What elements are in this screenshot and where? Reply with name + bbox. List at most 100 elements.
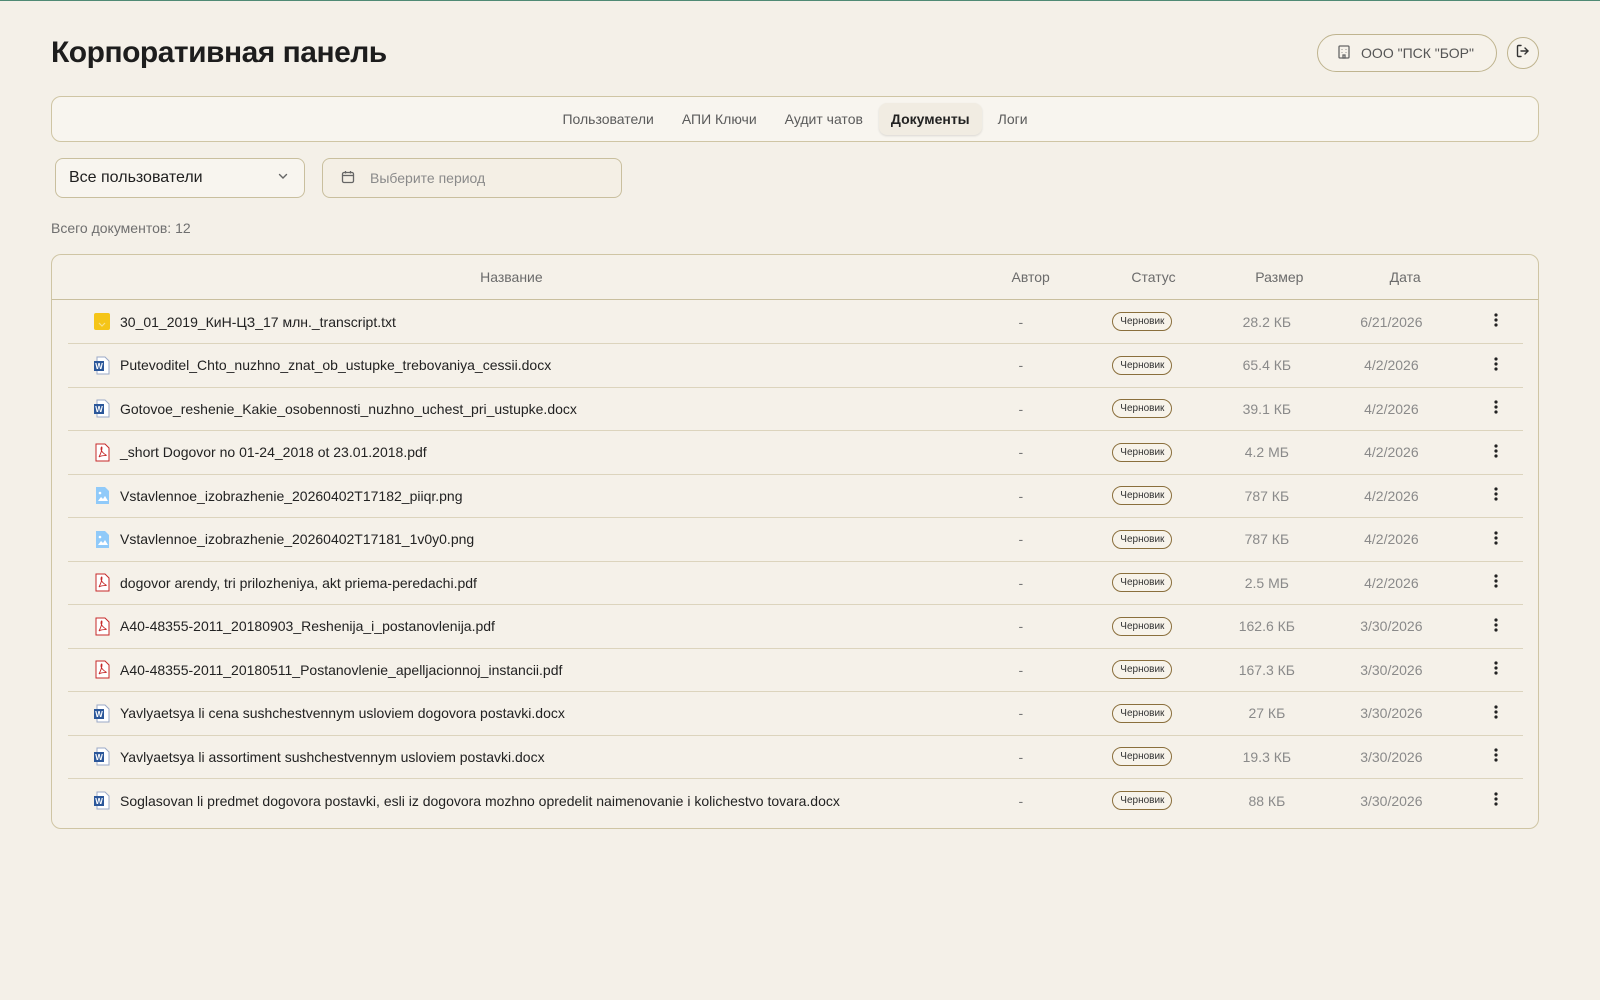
file-name: Yavlyaetsya li cena sushchestvennym uslo… xyxy=(120,705,565,721)
status-cell: Черновик xyxy=(1080,529,1205,549)
more-vertical-icon[interactable] xyxy=(1489,660,1503,679)
header-name[interactable]: Название xyxy=(52,269,971,285)
file-name: Vstavlennoe_izobrazhenie_20260402T17181_… xyxy=(120,531,475,547)
date-cell: 3/30/2026 xyxy=(1360,748,1423,765)
svg-text:W: W xyxy=(95,405,103,414)
status-cell: Черновик xyxy=(1080,703,1205,723)
row-actions xyxy=(1454,747,1523,766)
file-name-cell[interactable]: Vstavlennoe_izobrazhenie_20260402T17182_… xyxy=(68,486,962,505)
more-vertical-icon[interactable] xyxy=(1489,573,1503,592)
period-placeholder: Выберите период xyxy=(370,170,486,186)
image-file-icon xyxy=(93,486,111,505)
size-cell: 28.2 КБ xyxy=(1242,313,1292,330)
size-cell: 4.2 МБ xyxy=(1244,444,1289,460)
more-vertical-icon[interactable] xyxy=(1489,399,1503,418)
tab-api-keys[interactable]: АПИ Ключи xyxy=(670,103,769,135)
author-cell: - xyxy=(1018,400,1024,417)
file-name-cell[interactable]: W Yavlyaetsya li assortiment sushchestve… xyxy=(68,747,962,766)
table-row[interactable]: A40-48355-2011_20180511_Postanovlenie_ap… xyxy=(68,648,1523,692)
file-name-cell[interactable]: Vstavlennoe_izobrazhenie_20260402T17181_… xyxy=(68,530,962,549)
row-actions xyxy=(1454,312,1523,331)
file-name-cell[interactable]: 30_01_2019_КиН-ЦЗ_17 млн._transcript.txt xyxy=(68,312,962,331)
table-row[interactable]: W Yavlyaetsya li assortiment sushchestve… xyxy=(68,735,1523,779)
file-name-cell[interactable]: _short Dogovor no 01-24_2018 ot 23.01.20… xyxy=(68,443,962,462)
author-cell: - xyxy=(1018,313,1024,330)
calendar-icon xyxy=(340,169,356,188)
status-cell: Черновик xyxy=(1080,747,1205,766)
table-row[interactable]: W Yavlyaetsya li cena sushchestvennym us… xyxy=(68,692,1523,736)
status-cell: Черновик xyxy=(1080,355,1205,375)
date-cell: 4/2/2026 xyxy=(1364,357,1419,373)
tab-users[interactable]: Пользователи xyxy=(550,103,665,135)
file-name: A40-48355-2011_20180903_Reshenija_i_post… xyxy=(120,618,495,634)
file-name-cell[interactable]: W Gotovoe_reshenie_Kakie_osobennosti_nuz… xyxy=(68,399,962,418)
file-name-cell[interactable]: W Yavlyaetsya li cena sushchestvennym us… xyxy=(68,704,962,723)
status-cell: Черновик xyxy=(1080,573,1205,592)
logout-button[interactable] xyxy=(1507,37,1539,69)
more-vertical-icon[interactable] xyxy=(1489,312,1503,331)
date-cell: 4/2/2026 xyxy=(1364,531,1419,547)
date-cell: 4/2/2026 xyxy=(1364,487,1419,504)
table-row[interactable]: Vstavlennoe_izobrazhenie_20260402T17181_… xyxy=(68,518,1523,562)
author-cell: - xyxy=(1018,661,1024,678)
tab-logs[interactable]: Логи xyxy=(986,103,1040,135)
row-actions xyxy=(1454,486,1523,505)
status-badge: Черновик xyxy=(1112,747,1173,766)
page-title: Корпоративная панель xyxy=(51,36,387,69)
status-cell: Черновик xyxy=(1080,399,1205,418)
table-row[interactable]: 30_01_2019_КиН-ЦЗ_17 млн._transcript.txt… xyxy=(68,300,1523,344)
header-status[interactable]: Статус xyxy=(1091,269,1217,285)
size-cell: 65.4 КБ xyxy=(1242,357,1292,373)
svg-text:W: W xyxy=(95,753,103,762)
size-cell: 39.1 КБ xyxy=(1242,400,1292,417)
more-vertical-icon[interactable] xyxy=(1489,486,1503,505)
more-vertical-icon[interactable] xyxy=(1489,704,1503,723)
status-cell: Черновик xyxy=(1080,442,1205,462)
table-row[interactable]: A40-48355-2011_20180903_Reshenija_i_post… xyxy=(68,605,1523,649)
pdf-file-icon xyxy=(93,573,111,592)
file-name: dogovor arendy, tri prilozheniya, akt pr… xyxy=(120,574,477,591)
file-name: Gotovoe_reshenie_Kakie_osobennosti_nuzhn… xyxy=(120,400,577,417)
author-cell: - xyxy=(1018,574,1024,591)
user-select-value: Все пользователи xyxy=(69,169,203,186)
table-row[interactable]: W Gotovoe_reshenie_Kakie_osobennosti_nuz… xyxy=(68,387,1523,431)
status-cell: Черновик xyxy=(1080,660,1205,679)
header-size[interactable]: Размер xyxy=(1216,269,1342,285)
table-row[interactable]: dogovor arendy, tri prilozheniya, akt pr… xyxy=(68,561,1523,605)
more-vertical-icon[interactable] xyxy=(1489,443,1503,462)
row-actions xyxy=(1454,530,1523,549)
more-vertical-icon[interactable] xyxy=(1489,530,1503,549)
file-name-cell[interactable]: W Putevoditel_Chto_nuzhno_znat_ob_ustupk… xyxy=(68,356,962,375)
header-author[interactable]: Автор xyxy=(971,269,1091,285)
header-date[interactable]: Дата xyxy=(1342,269,1468,285)
file-name-cell[interactable]: A40-48355-2011_20180511_Postanovlenie_ap… xyxy=(68,660,962,679)
table-row[interactable]: Vstavlennoe_izobrazhenie_20260402T17182_… xyxy=(68,474,1523,518)
file-name-cell[interactable]: W Soglasovan li predmet dogovora postavk… xyxy=(68,791,962,810)
date-cell: 3/30/2026 xyxy=(1360,618,1423,634)
table-row[interactable]: _short Dogovor no 01-24_2018 ot 23.01.20… xyxy=(68,431,1523,475)
file-name: A40-48355-2011_20180511_Postanovlenie_ap… xyxy=(120,661,563,678)
status-badge: Черновик xyxy=(1112,355,1173,375)
file-name-cell[interactable]: A40-48355-2011_20180903_Reshenija_i_post… xyxy=(68,617,962,636)
filters: Все пользователи Выберите период xyxy=(55,158,622,198)
header-actions: ООО "ПСК "БОР" xyxy=(1317,34,1539,72)
size-cell: 88 КБ xyxy=(1248,792,1286,809)
more-vertical-icon[interactable] xyxy=(1489,747,1503,766)
file-name-cell[interactable]: dogovor arendy, tri prilozheniya, akt pr… xyxy=(68,573,962,592)
pdf-file-icon xyxy=(93,660,111,679)
more-vertical-icon[interactable] xyxy=(1489,617,1503,636)
table-row[interactable]: W Putevoditel_Chto_nuzhno_znat_ob_ustupk… xyxy=(68,344,1523,388)
file-name: Vstavlennoe_izobrazhenie_20260402T17182_… xyxy=(120,487,463,504)
status-cell: Черновик xyxy=(1080,791,1205,810)
tab-chat-audit[interactable]: Аудит чатов xyxy=(773,103,875,135)
date-cell: 6/21/2026 xyxy=(1360,313,1423,330)
period-picker[interactable]: Выберите период xyxy=(322,158,622,198)
table-row[interactable]: W Soglasovan li predmet dogovora postavk… xyxy=(68,779,1523,823)
more-vertical-icon[interactable] xyxy=(1489,356,1503,375)
status-badge: Черновик xyxy=(1112,660,1173,679)
org-button[interactable]: ООО "ПСК "БОР" xyxy=(1317,34,1497,72)
user-select[interactable]: Все пользователи xyxy=(55,158,305,198)
tab-documents[interactable]: Документы xyxy=(878,103,982,135)
svg-text:W: W xyxy=(95,710,103,719)
more-vertical-icon[interactable] xyxy=(1489,791,1503,810)
